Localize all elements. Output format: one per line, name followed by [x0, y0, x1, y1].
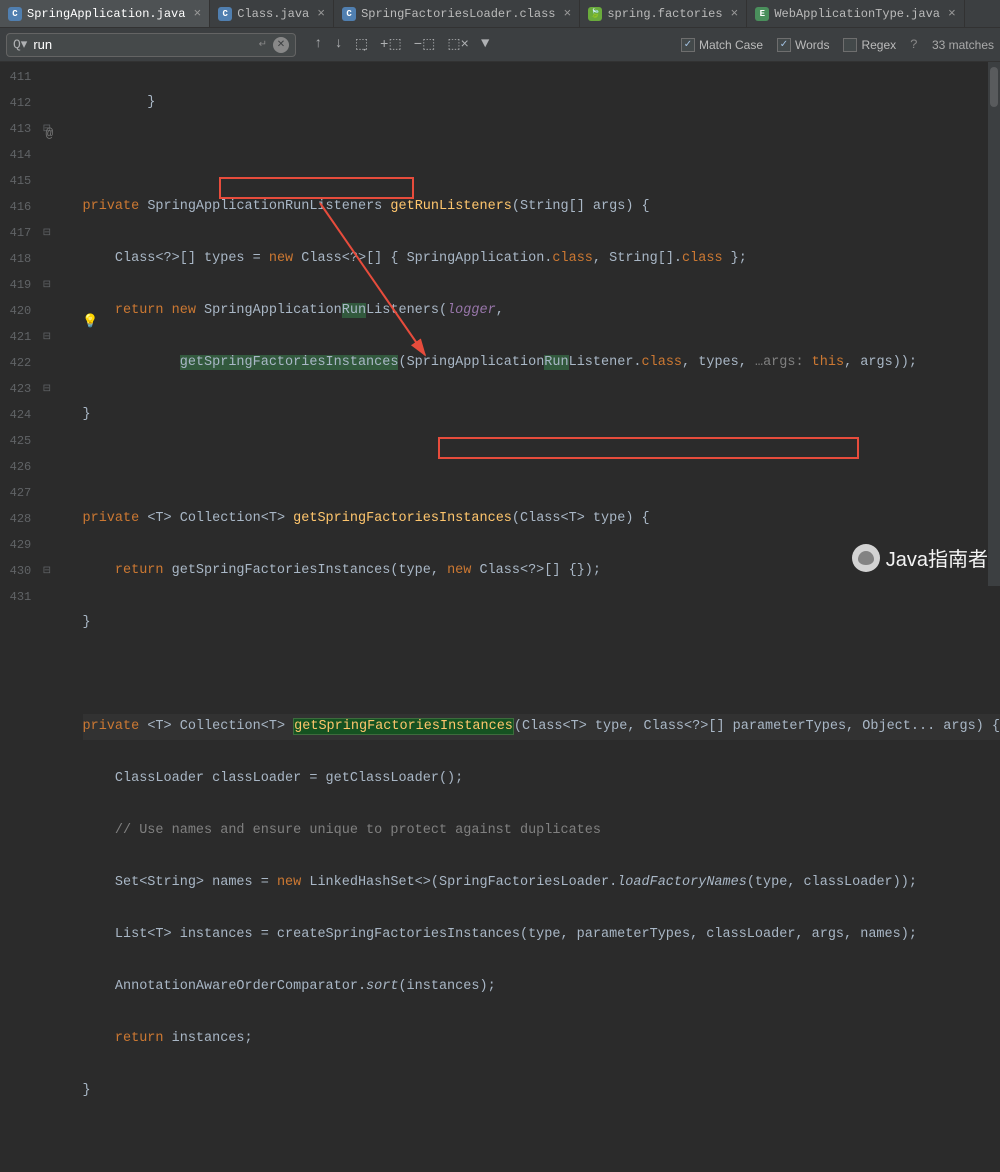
fold-end-icon[interactable]: ⊟: [41, 558, 52, 584]
help-icon[interactable]: ?: [910, 37, 918, 52]
tab-spring-factories[interactable]: 🍃 spring.factories ×: [580, 0, 747, 27]
search-input-wrap: Q▾ ↵ ✕: [6, 33, 296, 57]
tab-webapplicationtype[interactable]: E WebApplicationType.java ×: [747, 0, 964, 27]
tab-label: WebApplicationType.java: [774, 7, 940, 21]
tab-springfactoriesloader[interactable]: C SpringFactoriesLoader.class ×: [334, 0, 580, 27]
tab-label: SpringFactoriesLoader.class: [361, 7, 555, 21]
code-area[interactable]: } private SpringApplicationRunListeners …: [53, 62, 1000, 586]
filter-button[interactable]: ▼: [481, 36, 489, 53]
next-match-button[interactable]: ↓: [334, 36, 342, 53]
wechat-icon: [852, 544, 880, 572]
close-icon[interactable]: ×: [193, 6, 201, 21]
search-input[interactable]: [33, 37, 252, 52]
line-number-gutter: 411 412 413@ 414 415 416 417 418 419 420…: [0, 62, 41, 586]
match-count: 33 matches: [932, 38, 994, 52]
search-bar: Q▾ ↵ ✕ ↑ ↓ ⬚̣ +⬚ −⬚ ⬚× ▼ ✓Match Case ✓Wo…: [0, 28, 1000, 62]
tab-label: Class.java: [237, 7, 309, 21]
close-icon[interactable]: ×: [948, 6, 956, 21]
toggle-selection-button[interactable]: ⬚×: [447, 36, 469, 53]
tab-label: SpringApplication.java: [27, 7, 185, 21]
close-icon[interactable]: ×: [317, 6, 325, 21]
tab-spring-application[interactable]: C SpringApplication.java ×: [0, 0, 210, 27]
enum-icon: E: [755, 7, 769, 21]
clear-search-button[interactable]: ✕: [273, 37, 289, 53]
enter-hint: ↵: [259, 39, 267, 51]
fold-end-icon[interactable]: ⊟: [41, 324, 52, 350]
class-icon: C: [8, 7, 22, 21]
regex-checkbox[interactable]: Regex: [843, 38, 896, 52]
match-case-checkbox[interactable]: ✓Match Case: [681, 38, 763, 52]
vertical-scrollbar[interactable]: [988, 62, 1000, 586]
class-icon: C: [342, 7, 356, 21]
search-nav: ↑ ↓ ⬚̣ +⬚ −⬚ ⬚× ▼: [314, 36, 489, 53]
watermark: Java指南者: [852, 543, 988, 572]
class-icon: C: [218, 7, 232, 21]
close-icon[interactable]: ×: [731, 6, 739, 21]
words-checkbox[interactable]: ✓Words: [777, 38, 829, 52]
fold-start-icon[interactable]: ⊟: [41, 272, 52, 298]
scroll-thumb[interactable]: [990, 67, 998, 107]
fold-end-icon[interactable]: ⊟: [41, 220, 52, 246]
code-editor[interactable]: 411 412 413@ 414 415 416 417 418 419 420…: [0, 62, 1000, 586]
leaf-icon: 🍃: [588, 7, 602, 21]
prev-match-button[interactable]: ↑: [314, 36, 322, 53]
fold-start-icon[interactable]: ⊟: [41, 376, 52, 402]
select-all-button[interactable]: ⬚̣: [355, 36, 368, 53]
tab-label: spring.factories: [607, 7, 722, 21]
search-icon[interactable]: Q▾: [13, 37, 27, 52]
close-icon[interactable]: ×: [564, 6, 572, 21]
tab-class-java[interactable]: C Class.java ×: [210, 0, 334, 27]
remove-selection-button[interactable]: −⬚: [414, 36, 436, 53]
editor-tabs: C SpringApplication.java × C Class.java …: [0, 0, 1000, 28]
add-selection-button[interactable]: +⬚: [380, 36, 402, 53]
